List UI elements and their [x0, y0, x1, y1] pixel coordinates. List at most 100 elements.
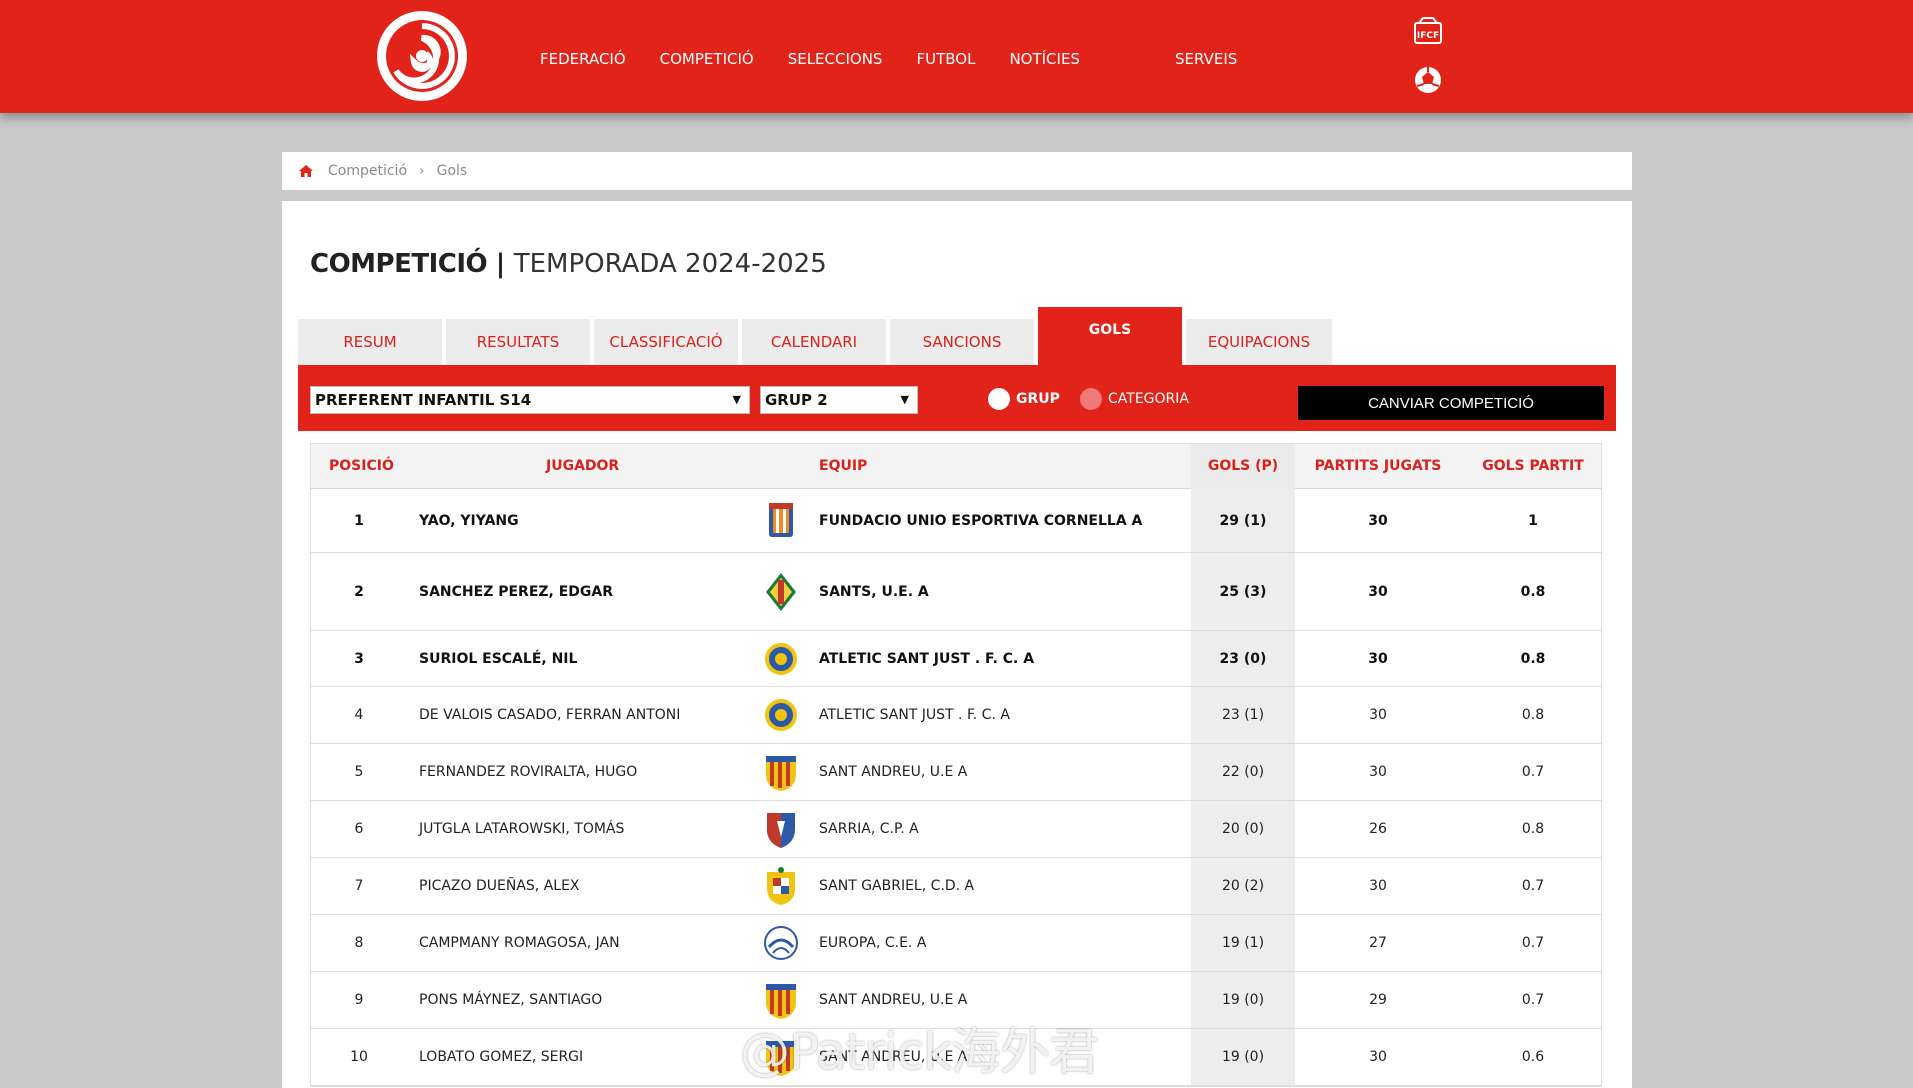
tab-resum[interactable]: RESUM: [298, 319, 442, 365]
row-team[interactable]: SANT GABRIEL, C.D. A: [819, 878, 974, 894]
fcf-logo[interactable]: [374, 8, 470, 104]
radio-categoria[interactable]: CATEGORIA: [1080, 388, 1189, 410]
row-gols: 19 (1): [1221, 935, 1265, 951]
sant-andreu-crest-icon: [766, 756, 796, 791]
tab-gols[interactable]: GOLS: [1038, 307, 1182, 365]
radio-unselected-icon: [1080, 388, 1102, 410]
main-card: COMPETICIÓ | TEMPORADA 2024-2025 RESUM R…: [282, 201, 1632, 1088]
change-competition-button[interactable]: CANVIAR COMPETICIÓ: [1298, 386, 1604, 420]
row-partits-jugats: 30: [1368, 512, 1388, 529]
ifcf-icon-label: IFCF: [1417, 31, 1439, 41]
row-gols-partit: 0.8: [1521, 821, 1545, 837]
ifcf-icon[interactable]: IFCF: [1413, 17, 1443, 45]
row-gols-partit: 0.7: [1521, 935, 1545, 951]
row-team[interactable]: ATLETIC SANT JUST . F. C. A: [819, 651, 1034, 667]
nav-federacio[interactable]: FEDERACIÓ: [540, 50, 626, 68]
row-partits-jugats: 30: [1369, 764, 1387, 780]
table-row[interactable]: 6 JUTGLA LATAROWSKI, TOMÁS SARRIA, C.P. …: [311, 801, 1601, 858]
row-gols: 25 (3): [1219, 583, 1267, 600]
row-partits-jugats: 29: [1369, 992, 1387, 1008]
group-select-value: GRUP 2: [765, 391, 828, 409]
row-player[interactable]: PICAZO DUEÑAS, ALEX: [419, 878, 580, 894]
radio-categoria-label: CATEGORIA: [1108, 391, 1189, 407]
sarria-crest-icon: [767, 813, 795, 848]
page-title-season: TEMPORADA 2024-2025: [513, 249, 827, 279]
row-team[interactable]: SANT ANDREU, U.E A: [819, 764, 967, 780]
row-team[interactable]: SANT ANDREU, U.E A: [819, 992, 967, 1008]
competition-select[interactable]: PREFERENT INFANTIL S14 ▼: [310, 386, 750, 414]
row-gols: 20 (2): [1221, 878, 1265, 894]
page-title-bold: COMPETICIÓ |: [310, 249, 505, 279]
nav-seleccions[interactable]: SELECCIONS: [788, 50, 883, 68]
group-select[interactable]: GRUP 2 ▼: [760, 386, 918, 414]
table-row[interactable]: 7 PICAZO DUEÑAS, ALEX SANT GABRIEL, C.D.…: [311, 858, 1601, 915]
table-row[interactable]: 3 SURIOL ESCALÉ, NIL ATLETIC SANT JUST .…: [311, 631, 1601, 687]
scorers-table: POSICIÓ JUGADOR EQUIP GOLS (P) PARTITS J…: [310, 443, 1602, 1087]
row-player[interactable]: SANCHEZ PEREZ, EDGAR: [419, 584, 613, 600]
row-gols-partit: 0.7: [1521, 992, 1545, 1008]
nav-noticies[interactable]: NOTÍCIES: [1009, 50, 1080, 68]
row-player[interactable]: CAMPMANY ROMAGOSA, JAN: [419, 935, 620, 951]
row-player[interactable]: YAO, YIYANG: [419, 513, 519, 529]
table-row[interactable]: 8 CAMPMANY ROMAGOSA, JAN EUROPA, C.E. A …: [311, 915, 1601, 972]
tab-sancions[interactable]: SANCIONS: [890, 319, 1034, 365]
tab-calendari[interactable]: CALENDARI: [742, 319, 886, 365]
breadcrumb-competicio[interactable]: Competició: [328, 163, 407, 179]
row-partits-jugats: 27: [1369, 935, 1387, 951]
breadcrumb-gols: Gols: [436, 163, 468, 179]
tab-classificacio[interactable]: CLASSIFICACIÓ: [594, 319, 738, 365]
header-posicio[interactable]: POSICIÓ: [329, 458, 394, 474]
row-team[interactable]: ATLETIC SANT JUST . F. C. A: [819, 707, 1010, 723]
header-partits-jugats[interactable]: PARTITS JUGATS: [1295, 458, 1461, 474]
football-icon[interactable]: [1413, 66, 1443, 94]
row-gols: 23 (1): [1221, 707, 1265, 723]
row-position: 8: [354, 935, 364, 951]
header-jugador[interactable]: JUGADOR: [546, 458, 619, 474]
row-gols-partit: 0.8: [1521, 707, 1545, 723]
row-position: 7: [354, 878, 364, 894]
table-row[interactable]: 5 FERNANDEZ ROVIRALTA, HUGO SANT ANDREU,…: [311, 744, 1601, 801]
row-gols-partit: 0.8: [1520, 650, 1546, 667]
table-row[interactable]: 4 DE VALOIS CASADO, FERRAN ANTONI ATLETI…: [311, 687, 1601, 744]
row-player[interactable]: JUTGLA LATAROWSKI, TOMÁS: [419, 821, 624, 837]
tab-resultats[interactable]: RESULTATS: [446, 319, 590, 365]
row-player[interactable]: DE VALOIS CASADO, FERRAN ANTONI: [419, 707, 680, 723]
dropdown-arrow-icon: ▼: [732, 393, 741, 406]
cornella-crest-icon: [769, 502, 793, 537]
row-position: 3: [354, 650, 364, 667]
row-player[interactable]: SURIOL ESCALÉ, NIL: [419, 651, 577, 667]
nav-serveis[interactable]: SERVEIS: [1175, 50, 1237, 68]
nav-futbol[interactable]: FUTBOL: [916, 50, 975, 68]
nav-competicio[interactable]: COMPETICIÓ: [660, 50, 754, 68]
filter-bar: PREFERENT INFANTIL S14 ▼ GRUP 2 ▼ GRUP C…: [298, 365, 1616, 431]
row-player[interactable]: FERNANDEZ ROVIRALTA, HUGO: [419, 764, 637, 780]
row-gols: 23 (0): [1219, 650, 1267, 667]
header-gols-partit[interactable]: GOLS PARTIT: [1461, 458, 1605, 474]
header-gols[interactable]: GOLS (P): [1191, 458, 1295, 474]
row-position: 4: [354, 707, 364, 723]
row-partits-jugats: 30: [1368, 650, 1388, 667]
row-partits-jugats: 30: [1369, 1049, 1387, 1065]
row-partits-jugats: 30: [1369, 878, 1387, 894]
sants-crest-icon: [766, 572, 796, 611]
table-body: 1 YAO, YIYANG FUNDACIO UNIO ESPORTIVA CO…: [311, 489, 1601, 1086]
row-team[interactable]: SANTS, U.E. A: [819, 584, 929, 600]
row-gols-partit: 0.7: [1521, 764, 1545, 780]
row-team[interactable]: FUNDACIO UNIO ESPORTIVA CORNELLA A: [819, 513, 1142, 529]
tab-equipacions[interactable]: EQUIPACIONS: [1186, 319, 1332, 365]
table-row[interactable]: 2 SANCHEZ PEREZ, EDGAR SANTS, U.E. A 25 …: [311, 553, 1601, 631]
header-equip[interactable]: EQUIP: [819, 458, 867, 474]
row-gols-partit: 0.6: [1521, 1049, 1545, 1065]
row-team[interactable]: EUROPA, C.E. A: [819, 935, 926, 951]
breadcrumb: Competició › Gols: [282, 152, 1632, 190]
row-position: 1: [354, 512, 364, 529]
row-gols: 19 (0): [1221, 1049, 1265, 1065]
row-player[interactable]: LOBATO GOMEZ, SERGI: [419, 1049, 583, 1065]
top-header: FEDERACIÓ COMPETICIÓ SELECCIONS FUTBOL N…: [0, 0, 1913, 113]
radio-grup[interactable]: GRUP: [988, 388, 1060, 410]
table-row[interactable]: 1 YAO, YIYANG FUNDACIO UNIO ESPORTIVA CO…: [311, 489, 1601, 553]
row-player[interactable]: PONS MÁYNEZ, SANTIAGO: [419, 992, 602, 1008]
home-icon[interactable]: [298, 164, 314, 178]
row-team[interactable]: SARRIA, C.P. A: [819, 821, 919, 837]
row-partits-jugats: 26: [1369, 821, 1387, 837]
